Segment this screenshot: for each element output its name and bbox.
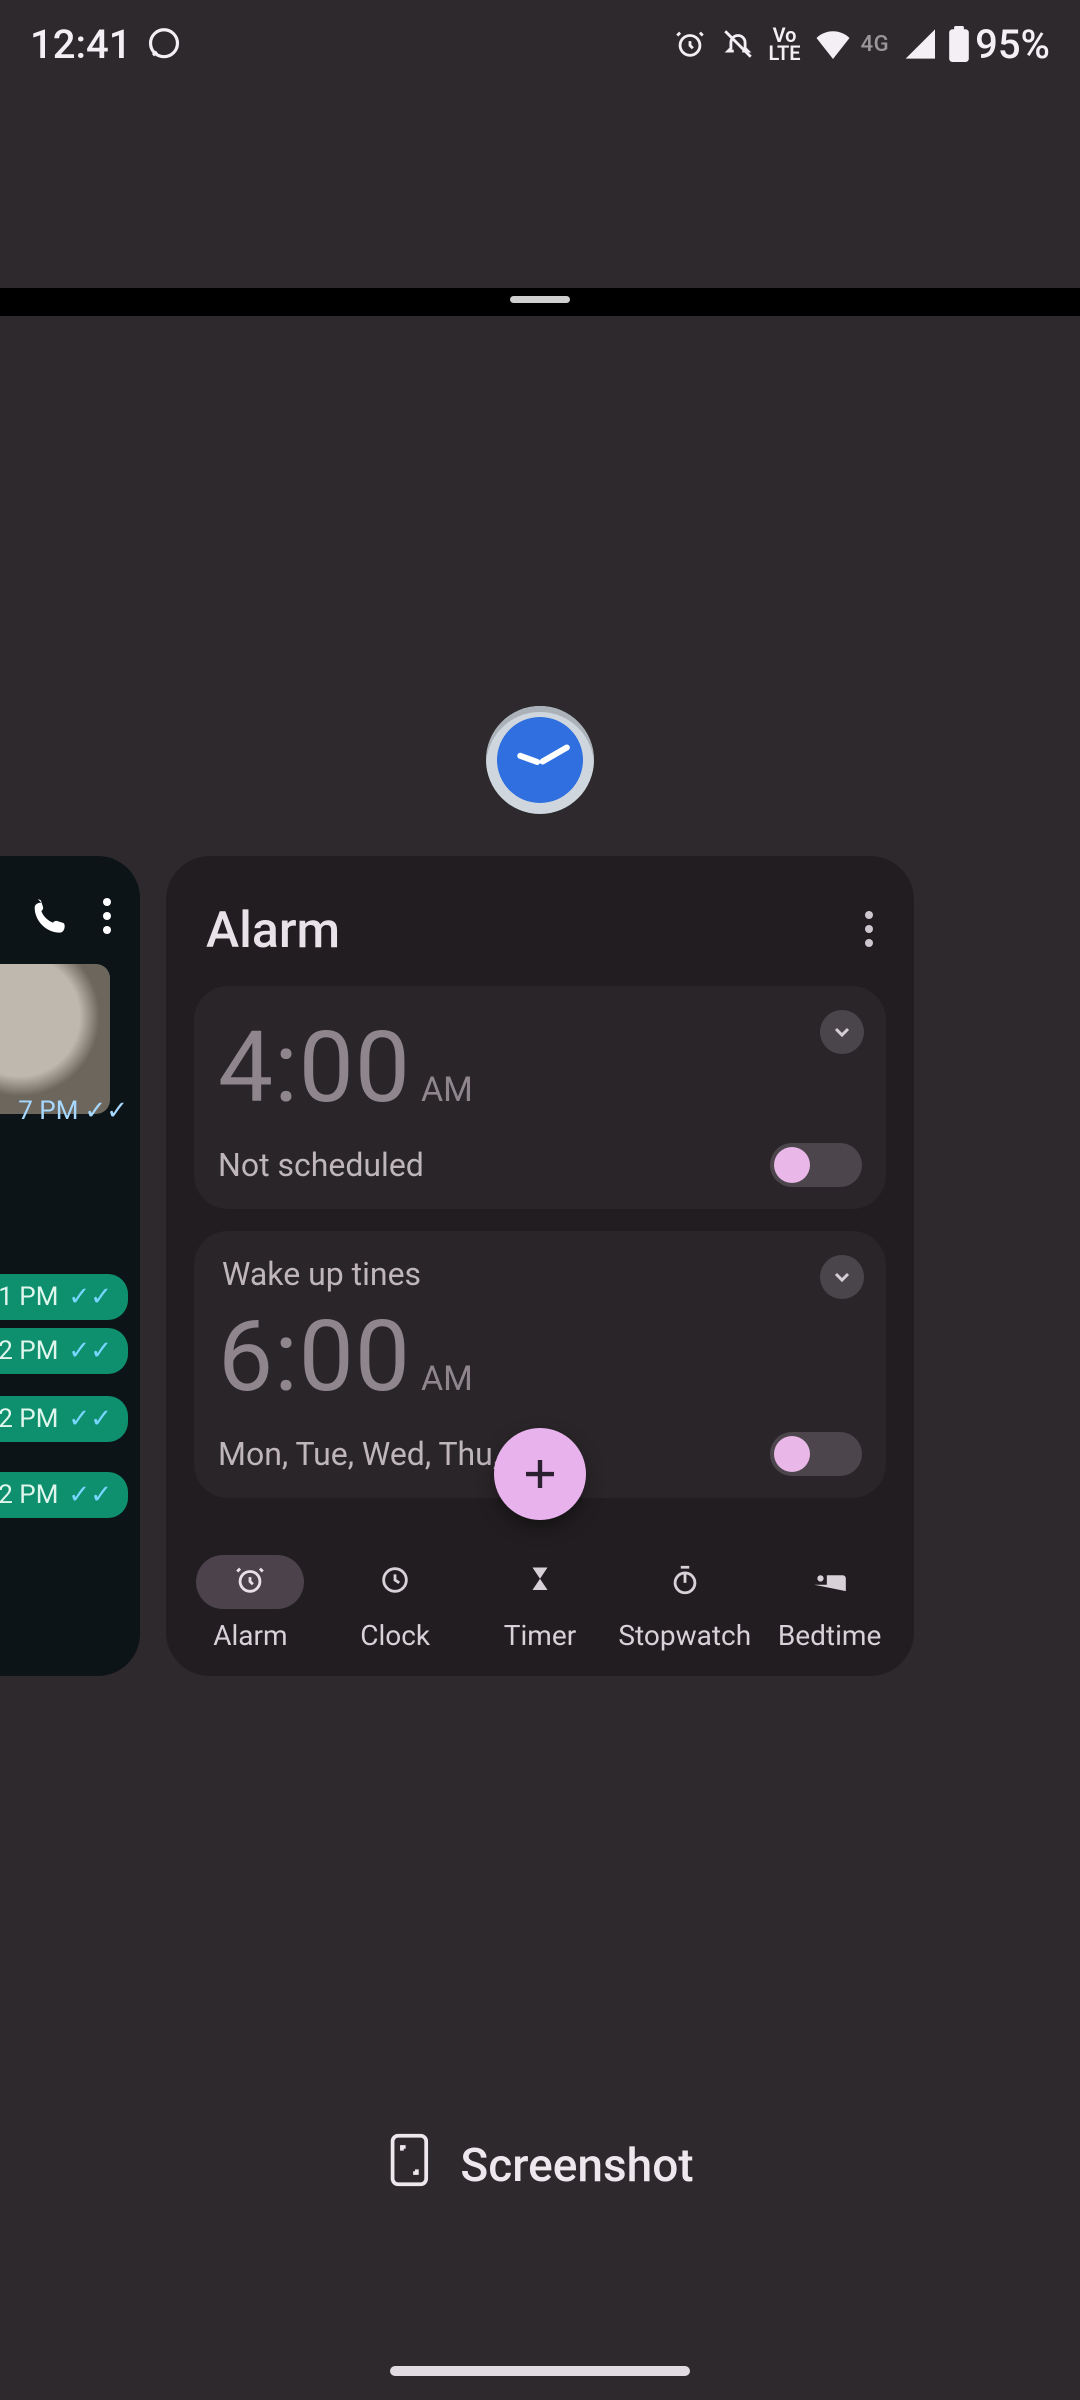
gesture-nav-bar[interactable] xyxy=(390,2366,690,2376)
overflow-menu-icon[interactable] xyxy=(864,911,874,951)
message-bubble: 2 PM✓✓ xyxy=(0,1328,128,1374)
tab-alarm[interactable]: Alarm xyxy=(180,1555,320,1652)
screenshot-label: Screenshot xyxy=(460,2139,693,2193)
tab-clock[interactable]: Clock xyxy=(325,1555,465,1652)
alarm-time: 6:00 xyxy=(218,1299,411,1414)
status-bar: 12:41 VoLTE 4G xyxy=(0,0,1080,88)
tab-stopwatch[interactable]: Stopwatch xyxy=(615,1555,755,1652)
read-ticks-icon: ✓✓ xyxy=(68,1282,112,1312)
bottom-nav: Alarm Clock Timer Stopwatch xyxy=(166,1555,914,1652)
network-type: 4G xyxy=(861,32,890,57)
wifi-icon xyxy=(815,29,851,59)
tab-label: Stopwatch xyxy=(618,1619,751,1652)
alarm-toggle[interactable] xyxy=(770,1432,862,1476)
tab-label: Alarm xyxy=(213,1619,287,1652)
tab-timer[interactable]: Timer xyxy=(470,1555,610,1652)
whatsapp-notif-icon xyxy=(145,25,183,63)
alarm-ampm: AM xyxy=(421,1359,473,1399)
read-ticks-icon: ✓✓ xyxy=(68,1336,112,1366)
read-ticks-icon: ✓✓ xyxy=(68,1480,112,1510)
message-bubble: 2 PM✓✓ xyxy=(0,1472,128,1518)
expand-icon[interactable] xyxy=(820,1255,864,1299)
clock-icon xyxy=(378,1563,412,1601)
alarm-status: Not scheduled xyxy=(218,1146,424,1184)
tab-bedtime[interactable]: Bedtime xyxy=(760,1555,900,1652)
add-alarm-button[interactable] xyxy=(494,1428,586,1520)
alarm-time: 4:00 xyxy=(218,1010,411,1125)
tab-label: Timer xyxy=(504,1619,576,1652)
chat-image-thumbnail xyxy=(0,964,110,1114)
read-ticks-icon: ✓✓ xyxy=(68,1404,112,1434)
battery-icon xyxy=(949,26,969,62)
signal-icon xyxy=(903,29,935,59)
message-timestamp: 7 PM ✓✓ xyxy=(18,1096,128,1126)
recents-viewport: 7 PM ✓✓ 1 PM✓✓ 2 PM✓✓ 2 PM✓✓ 2 PM✓✓ Alar… xyxy=(0,316,1080,2400)
volte-icon: VoLTE xyxy=(769,26,801,62)
screenshot-button[interactable]: Screenshot xyxy=(386,2132,693,2200)
alarm-set-icon xyxy=(673,27,707,61)
alarm-ampm: AM xyxy=(421,1070,473,1110)
read-ticks-icon: ✓✓ xyxy=(84,1096,128,1126)
alarm-label: Wake up tines xyxy=(218,1255,862,1293)
stopwatch-icon xyxy=(668,1563,702,1601)
tab-label: Bedtime xyxy=(778,1619,881,1652)
alarm-item[interactable]: 4:00 AM Not scheduled xyxy=(194,986,886,1209)
message-bubble: 2 PM✓✓ xyxy=(0,1396,128,1442)
screenshot-icon xyxy=(386,2132,432,2200)
recents-card-clock[interactable]: Alarm 4:00 AM Not scheduled Wake xyxy=(166,856,914,1676)
recents-app-icon-clock[interactable] xyxy=(486,706,594,814)
message-bubble: 1 PM✓✓ xyxy=(0,1274,128,1320)
expand-icon[interactable] xyxy=(820,1010,864,1054)
bed-icon xyxy=(811,1565,849,1599)
battery-percent: 95% xyxy=(975,21,1050,68)
dnd-off-icon xyxy=(721,27,755,61)
status-clock: 12:41 xyxy=(30,21,131,68)
alarm-icon xyxy=(233,1563,267,1601)
page-title: Alarm xyxy=(206,902,340,960)
hourglass-icon xyxy=(525,1563,555,1601)
quick-settings-handle[interactable] xyxy=(0,288,1080,316)
more-icon xyxy=(102,898,112,934)
alarm-toggle[interactable] xyxy=(770,1143,862,1187)
tab-label: Clock xyxy=(360,1619,430,1652)
recents-card-previous[interactable]: 7 PM ✓✓ 1 PM✓✓ 2 PM✓✓ 2 PM✓✓ 2 PM✓✓ xyxy=(0,856,140,1676)
phone-icon xyxy=(28,896,68,936)
